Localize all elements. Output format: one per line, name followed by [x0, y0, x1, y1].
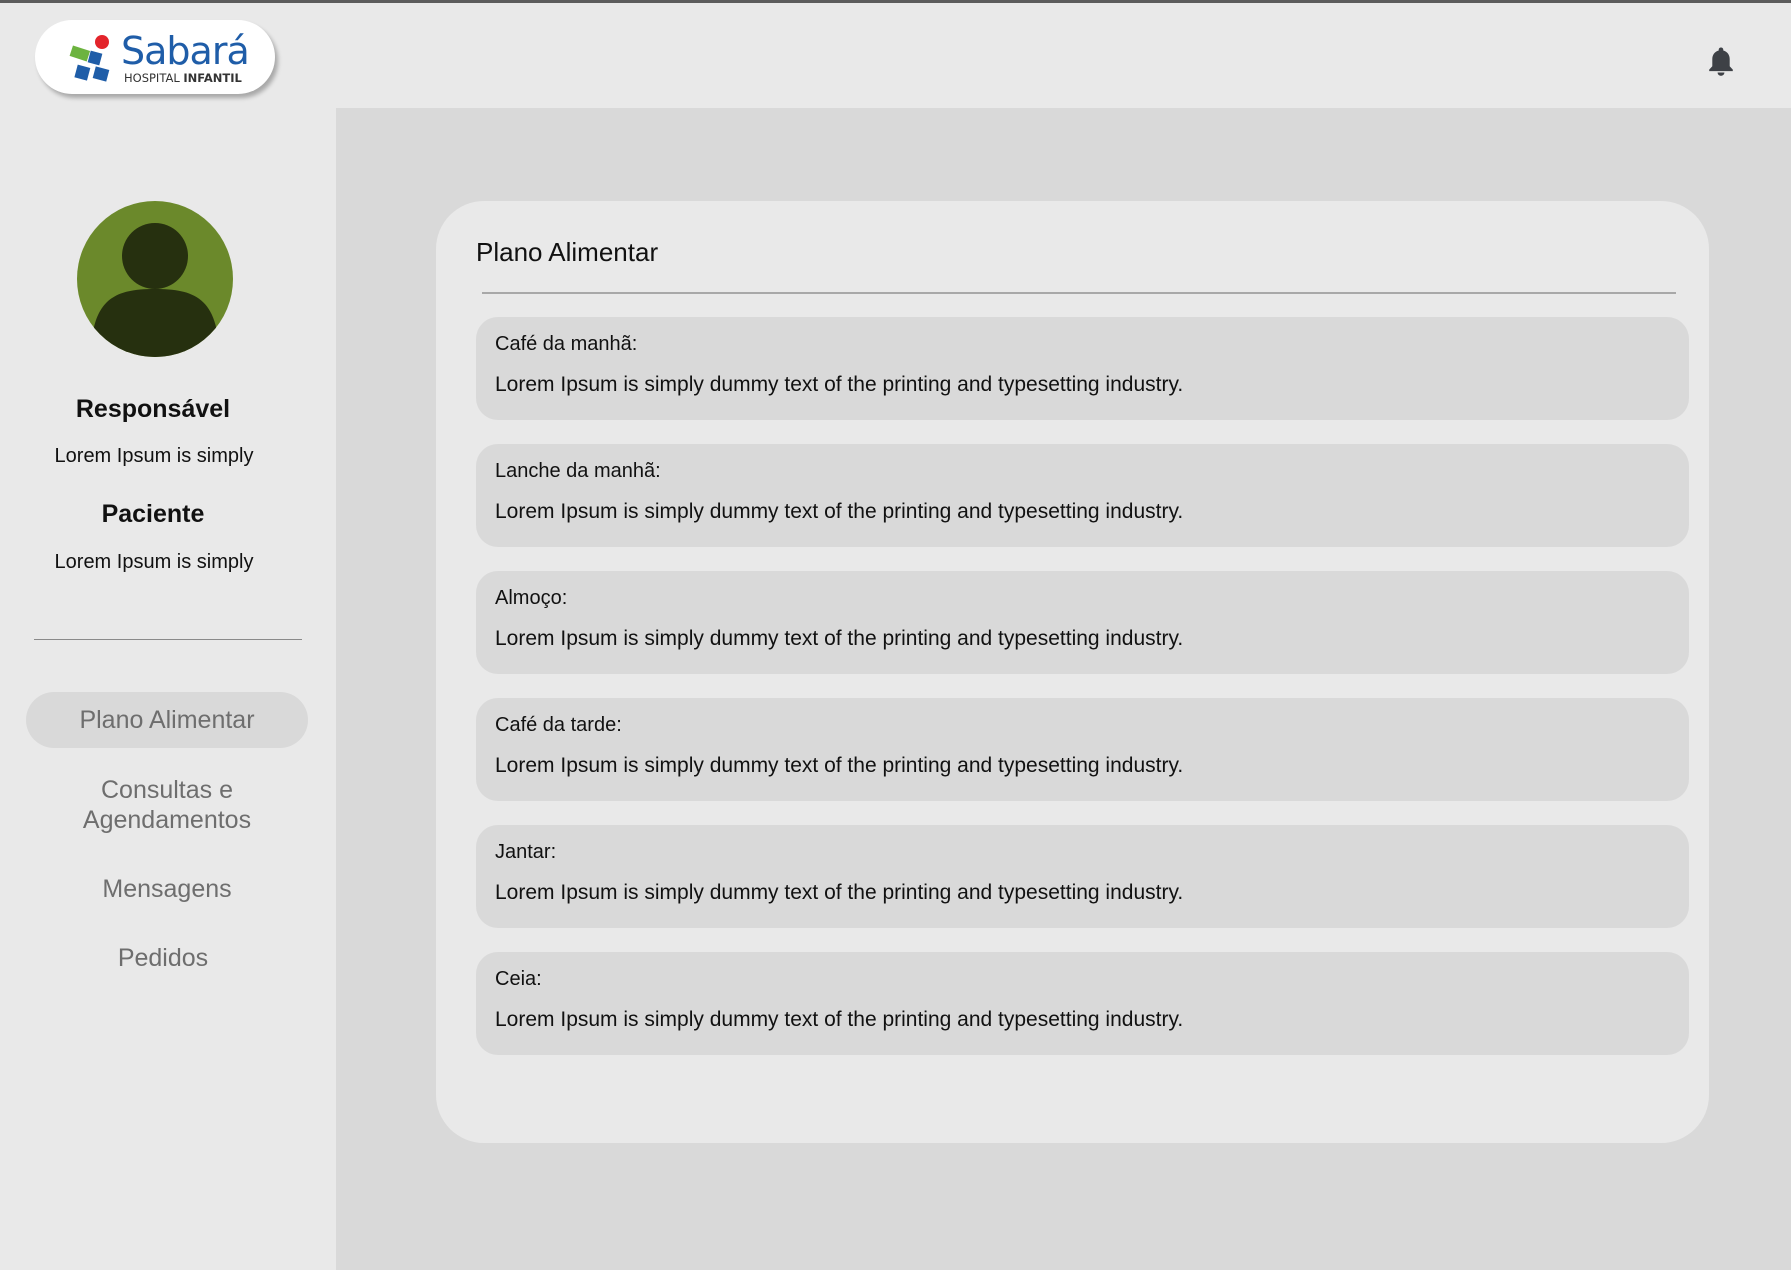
meal-plan-card: Plano Alimentar Café da manhã: Lorem Ips…	[436, 201, 1709, 1143]
meal-description: Lorem Ipsum is simply dummy text of the …	[495, 500, 1184, 523]
logo-wordmark: Sabará	[121, 29, 250, 73]
meal-label: Almoço:	[495, 587, 568, 609]
logo-subtitle-light: HOSPITAL	[124, 71, 180, 85]
meal-item: Café da tarde: Lorem Ipsum is simply dum…	[476, 698, 1689, 801]
meal-description: Lorem Ipsum is simply dummy text of the …	[495, 881, 1184, 904]
meal-item: Jantar: Lorem Ipsum is simply dummy text…	[476, 825, 1689, 928]
meal-label: Ceia:	[495, 968, 542, 990]
nav-item-mensagens[interactable]: Mensagens	[26, 874, 308, 904]
meal-description: Lorem Ipsum is simply dummy text of the …	[495, 373, 1184, 396]
logo[interactable]: Sabará HOSPITAL INFANTIL	[35, 20, 275, 94]
meal-item: Ceia: Lorem Ipsum is simply dummy text o…	[476, 952, 1689, 1055]
logo-subtitle-bold: INFANTIL	[183, 71, 242, 85]
meal-item: Almoço: Lorem Ipsum is simply dummy text…	[476, 571, 1689, 674]
paciente-value: Lorem Ipsum is simply	[54, 551, 254, 573]
meal-description: Lorem Ipsum is simply dummy text of the …	[495, 627, 1184, 650]
logo-subtitle: HOSPITAL INFANTIL	[124, 72, 242, 84]
header: Sabará HOSPITAL INFANTIL	[0, 3, 1791, 108]
meal-label: Café da tarde:	[495, 714, 622, 736]
nav-item-pedidos[interactable]: Pedidos	[22, 943, 304, 973]
meal-label: Jantar:	[495, 841, 557, 863]
avatar-icon	[77, 201, 233, 357]
card-title: Plano Alimentar	[476, 237, 659, 267]
meal-label: Café da manhã:	[495, 333, 638, 355]
nav-item-consultas-agendamentos[interactable]: Consultas e Agendamentos	[52, 775, 282, 835]
nav-item-plano-alimentar[interactable]: Plano Alimentar	[26, 692, 308, 748]
logo-mark-icon	[69, 35, 110, 82]
meal-label: Lanche da manhã:	[495, 460, 661, 482]
meal-item: Café da manhã: Lorem Ipsum is simply dum…	[476, 317, 1689, 420]
meal-item: Lanche da manhã: Lorem Ipsum is simply d…	[476, 444, 1689, 547]
bell-icon[interactable]	[1707, 45, 1735, 77]
card-divider	[482, 292, 1676, 294]
paciente-heading: Paciente	[101, 500, 205, 528]
responsavel-value: Lorem Ipsum is simply	[54, 445, 254, 467]
sidebar-divider	[34, 639, 302, 640]
responsavel-heading: Responsável	[75, 395, 231, 423]
meal-description: Lorem Ipsum is simply dummy text of the …	[495, 1008, 1184, 1031]
meal-description: Lorem Ipsum is simply dummy text of the …	[495, 754, 1184, 777]
